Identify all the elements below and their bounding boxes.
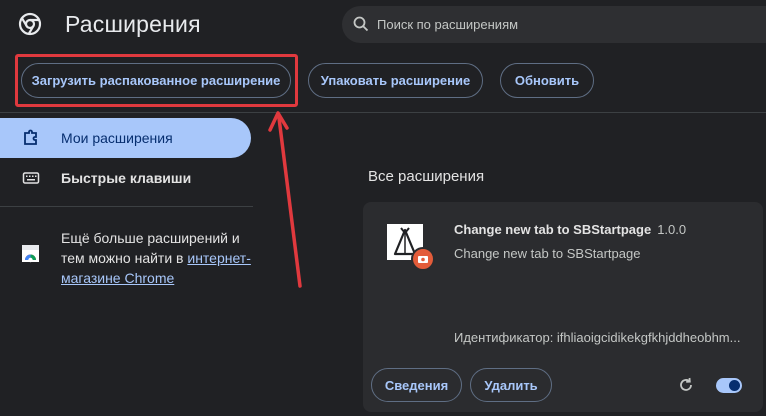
- extension-description: Change new tab to SBStartpage: [454, 246, 641, 261]
- search-placeholder: Поиск по расширениям: [377, 17, 519, 32]
- search-icon: [353, 16, 369, 32]
- chrome-logo-icon: [18, 12, 42, 36]
- toolbar: Загрузить распакованное расширение Упако…: [0, 50, 766, 112]
- load-unpacked-button[interactable]: Загрузить распакованное расширение: [21, 63, 291, 98]
- extension-card: Change new tab to SBStartpage 1.0.0 Chang…: [363, 202, 763, 412]
- sidebar-item-my-extensions[interactable]: Мои расширения: [0, 118, 251, 158]
- update-button[interactable]: Обновить: [500, 63, 594, 98]
- reload-icon[interactable]: [677, 376, 695, 394]
- section-title: Все расширения: [368, 168, 485, 185]
- extension-id: Идентификатор: ifhliaoigcidikekgfkhjddhe…: [454, 330, 741, 345]
- pack-extension-button[interactable]: Упаковать расширение: [308, 63, 483, 98]
- remove-button[interactable]: Удалить: [470, 368, 552, 402]
- policy-badge-icon: [411, 247, 435, 271]
- keyboard-icon: [22, 172, 40, 184]
- extension-version: 1.0.0: [657, 222, 687, 237]
- header: Расширения Поиск по расширениям: [0, 0, 766, 50]
- webstore-icon: [22, 245, 39, 263]
- sidebar-divider: [0, 206, 253, 207]
- sidebar-item-shortcuts[interactable]: Быстрые клавиши: [0, 158, 251, 198]
- sidebar-item-label: Быстрые клавиши: [61, 170, 192, 186]
- page-title: Расширения: [65, 11, 201, 37]
- extension-name: Change new tab to SBStartpage 1.0.0: [454, 222, 686, 237]
- puzzle-icon: [24, 129, 37, 145]
- extension-title: Change new tab to SBStartpage: [454, 222, 652, 237]
- enable-toggle[interactable]: [716, 378, 742, 393]
- sidebar-item-label: Мои расширения: [61, 130, 173, 146]
- search-input[interactable]: Поиск по расширениям: [342, 6, 766, 43]
- header-divider: [0, 112, 766, 113]
- webstore-promo-text: Ещё больше расширений и тем можно найти …: [61, 228, 251, 288]
- toggle-knob: [729, 380, 740, 391]
- details-button[interactable]: Сведения: [371, 368, 462, 402]
